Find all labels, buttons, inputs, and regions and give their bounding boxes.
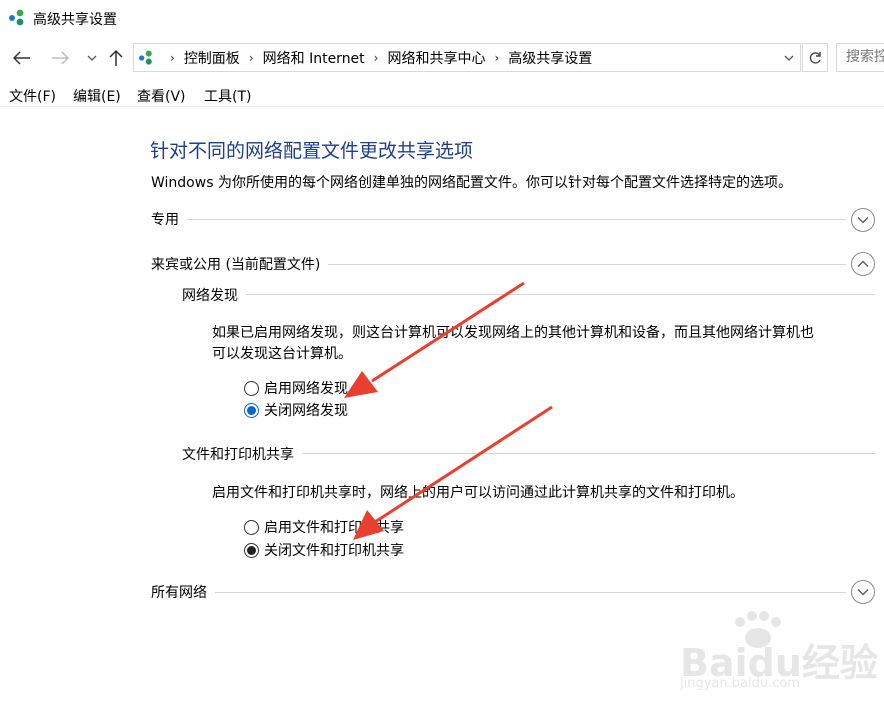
network-icon bbox=[9, 9, 27, 27]
search-input[interactable]: 搜索控 bbox=[836, 43, 884, 72]
window-title: 高级共享设置 bbox=[33, 12, 117, 28]
breadcrumb-advanced-sharing[interactable]: 高级共享设置 bbox=[508, 48, 592, 68]
radio-enable-network-discovery[interactable]: 启用网络发现 bbox=[244, 378, 348, 398]
chevron-down-icon bbox=[857, 589, 869, 596]
network-discovery-label: 网络发现 bbox=[182, 285, 246, 305]
menu-bar: 文件(F) 编辑(E) 查看(V) 工具(T) bbox=[0, 84, 884, 106]
radio-label[interactable]: 启用网络发现 bbox=[264, 378, 348, 398]
subsection-divider bbox=[182, 294, 875, 295]
page-description: Windows 为你所使用的每个网络创建单独的网络配置文件。你可以针对每个配置文… bbox=[151, 175, 792, 191]
back-arrow-icon[interactable] bbox=[10, 46, 34, 70]
radio-label[interactable]: 启用文件和打印机共享 bbox=[264, 517, 404, 537]
radio-button-checked[interactable] bbox=[244, 542, 259, 558]
watermark-url: jingyan.baidu.com bbox=[680, 676, 800, 691]
refresh-icon[interactable] bbox=[802, 43, 828, 72]
menu-file[interactable]: 文件(F) bbox=[9, 86, 56, 106]
expand-private-button[interactable] bbox=[851, 208, 875, 232]
menu-view[interactable]: 查看(V) bbox=[137, 86, 186, 106]
radio-button-unchecked[interactable] bbox=[244, 519, 259, 535]
network-discovery-description-line1: 如果已启用网络发现，则这台计算机可以发现网络上的其他计算机和设备，而且其他网络计… bbox=[212, 325, 814, 341]
radio-button-checked[interactable] bbox=[244, 402, 259, 418]
breadcrumb-separator[interactable]: › bbox=[485, 51, 508, 65]
menu-tools[interactable]: 工具(T) bbox=[204, 86, 251, 106]
radio-button-unchecked[interactable] bbox=[244, 380, 259, 396]
baidu-watermark: Baidu经验 jingyan.baidu.com bbox=[676, 610, 878, 700]
menu-edit[interactable]: 编辑(E) bbox=[73, 86, 121, 106]
radio-label[interactable]: 关闭文件和打印机共享 bbox=[264, 540, 404, 560]
section-divider bbox=[151, 219, 846, 220]
breadcrumb-separator[interactable]: › bbox=[240, 51, 263, 65]
file-printer-sharing-label: 文件和打印机共享 bbox=[182, 444, 302, 464]
up-arrow-icon[interactable] bbox=[104, 46, 128, 70]
breadcrumb-separator[interactable]: › bbox=[365, 51, 388, 65]
expand-all-networks-button[interactable] bbox=[851, 580, 875, 604]
breadcrumb-network-internet[interactable]: 网络和 Internet bbox=[263, 48, 365, 68]
chevron-up-icon bbox=[857, 260, 869, 267]
menu-divider bbox=[0, 106, 884, 107]
section-guest-label[interactable]: 来宾或公用 (当前配置文件) bbox=[151, 254, 329, 274]
chevron-down-icon bbox=[857, 217, 869, 224]
network-discovery-description: 如果已启用网络发现，则这台计算机可以发现网络上的其他计算机和设备，而且其他网络计… bbox=[212, 323, 814, 365]
breadcrumb-control-panel[interactable]: 控制面板 bbox=[184, 48, 240, 68]
network-discovery-description-line2: 可以发现这台计算机。 bbox=[212, 346, 352, 362]
forward-arrow-icon[interactable] bbox=[48, 46, 72, 70]
address-dropdown-icon[interactable] bbox=[784, 54, 794, 62]
section-divider bbox=[151, 592, 846, 593]
collapse-guest-button[interactable] bbox=[851, 252, 875, 276]
breadcrumb-separator[interactable]: › bbox=[161, 51, 184, 65]
section-all-networks-label[interactable]: 所有网络 bbox=[151, 582, 215, 602]
chevron-down-icon[interactable] bbox=[80, 46, 104, 70]
radio-disable-file-printer-sharing[interactable]: 关闭文件和打印机共享 bbox=[244, 540, 404, 560]
breadcrumb-network-sharing-center[interactable]: 网络和共享中心 bbox=[387, 48, 485, 68]
page-title: 针对不同的网络配置文件更改共享选项 bbox=[150, 140, 474, 162]
radio-enable-file-printer-sharing[interactable]: 启用文件和打印机共享 bbox=[244, 517, 404, 537]
radio-label[interactable]: 关闭网络发现 bbox=[264, 400, 348, 420]
address-bar[interactable]: › 控制面板 › 网络和 Internet › 网络和共享中心 › 高级共享设置 bbox=[133, 43, 801, 72]
radio-disable-network-discovery[interactable]: 关闭网络发现 bbox=[244, 400, 348, 420]
file-printer-sharing-description: 启用文件和打印机共享时，网络上的用户可以访问通过此计算机共享的文件和打印机。 bbox=[212, 485, 744, 501]
network-icon bbox=[139, 50, 155, 66]
section-private-label[interactable]: 专用 bbox=[151, 209, 187, 229]
